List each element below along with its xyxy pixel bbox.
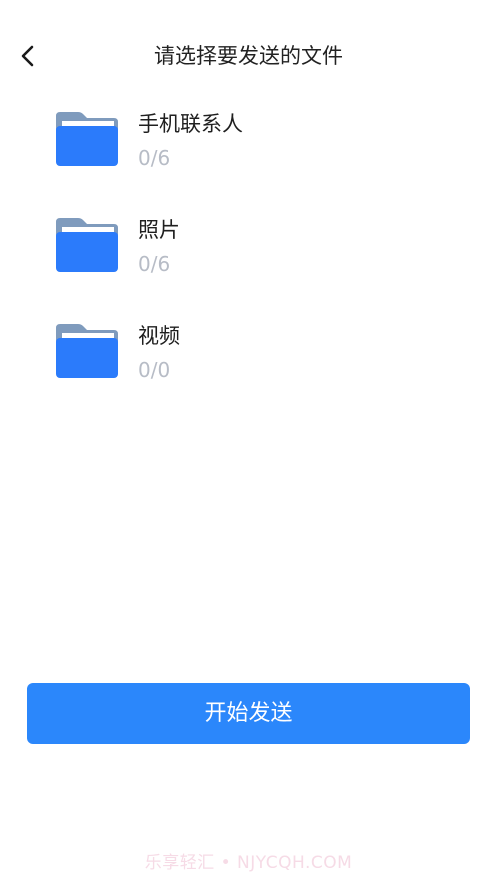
file-count: 0/0 xyxy=(138,358,171,382)
watermark: 乐享轻汇 • NJYCQH.COM xyxy=(144,853,353,873)
file-count: 0/6 xyxy=(138,146,171,170)
file-count: 0/6 xyxy=(138,252,171,276)
folder-icon xyxy=(56,324,118,378)
start-send-button[interactable]: 开始发送 xyxy=(27,683,470,744)
file-name: 视频 xyxy=(138,324,180,348)
file-item-photos[interactable]: 照片 0/6 xyxy=(0,206,497,296)
folder-icon xyxy=(56,218,118,272)
file-item-videos[interactable]: 视频 0/0 xyxy=(0,312,497,402)
file-name: 照片 xyxy=(138,218,180,242)
folder-icon xyxy=(56,112,118,166)
file-item-contacts[interactable]: 手机联系人 0/6 xyxy=(0,100,497,190)
header: 请选择要发送的文件 xyxy=(0,0,497,110)
page-title: 请选择要发送的文件 xyxy=(154,44,343,68)
file-name: 手机联系人 xyxy=(138,112,243,136)
